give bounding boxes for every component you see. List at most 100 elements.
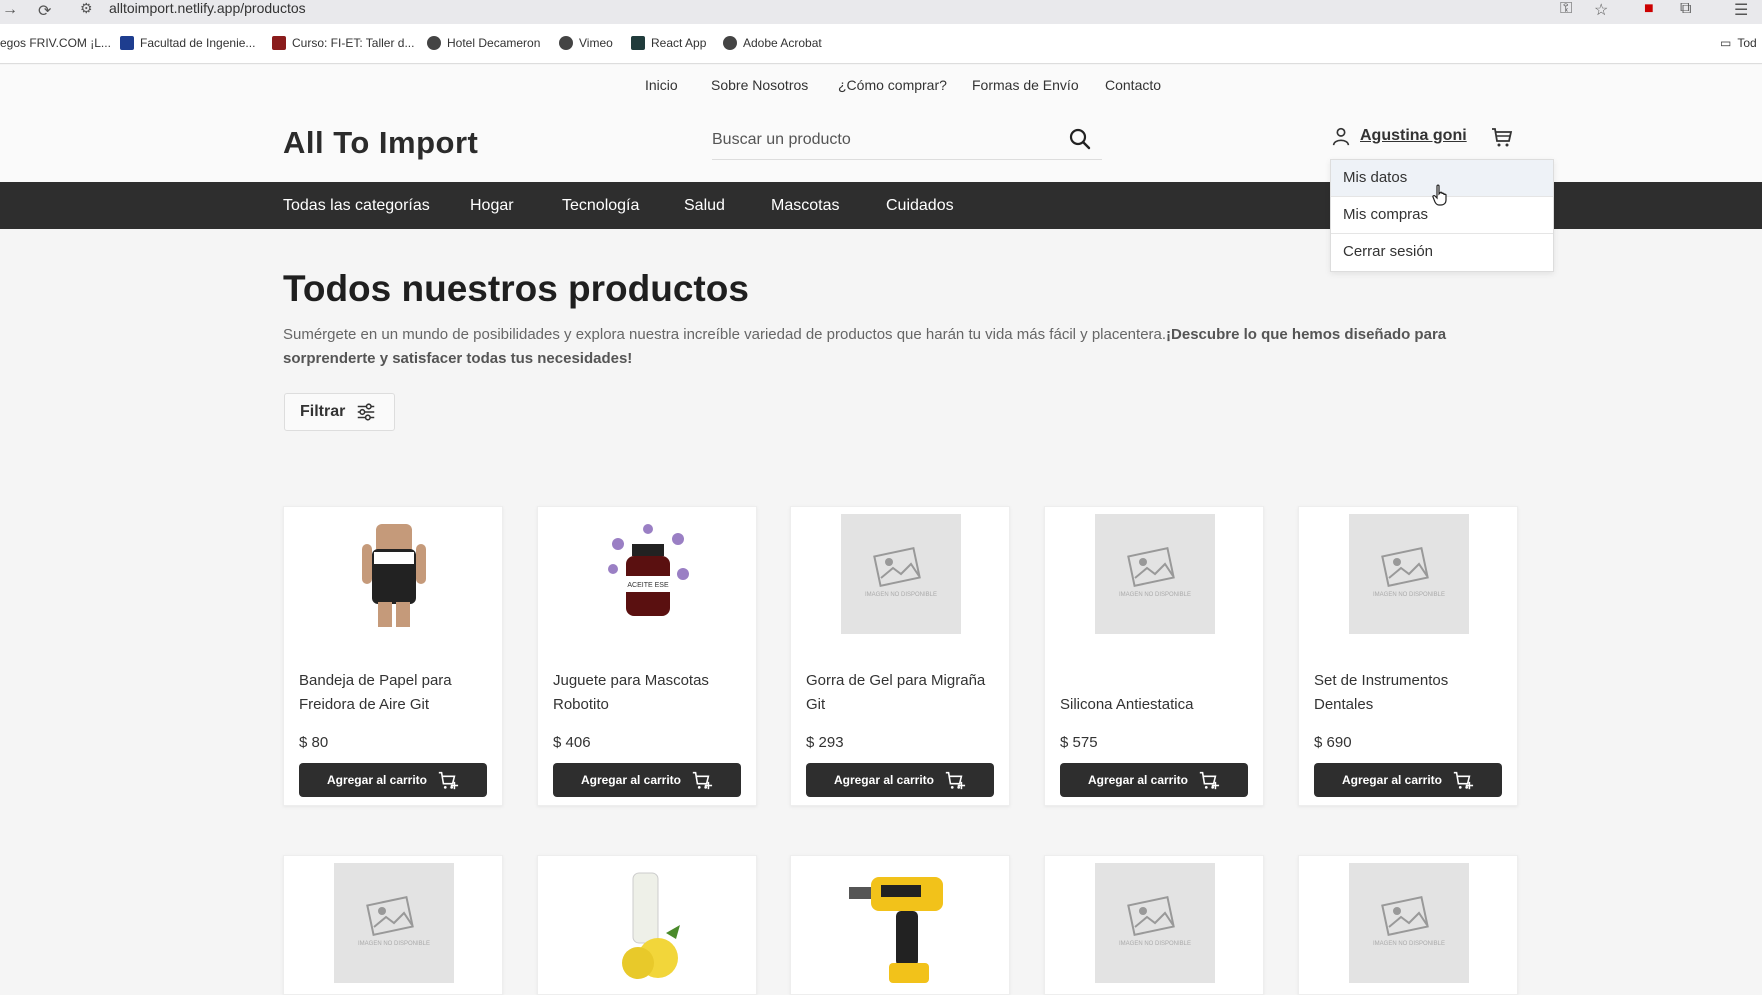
svg-text:ACEITE ESE: ACEITE ESE [627,582,669,589]
cap-icon [272,36,286,50]
add-cart-icon [692,771,713,790]
bookmarks-bar: egos FRIV.COM ¡L... Facultad de Ingenie.… [0,24,1762,64]
nav-inicio[interactable]: Inicio [645,77,678,93]
react-icon [631,36,645,50]
page-title: Todos nuestros productos [283,268,749,309]
product-image[interactable]: ACEITE ESE [588,514,708,634]
add-cart-icon [945,771,966,790]
no-image-placeholder: IMAGEN NO DISPONIBLE [1095,514,1215,634]
product-card[interactable]: Bandeja de Papel para Freidora de Aire G… [283,506,503,806]
category-todas[interactable]: Todas las categorías [283,197,430,215]
product-price: $ 690 [1314,734,1352,751]
sliders-icon [358,403,375,421]
bookmark[interactable]: Curso: FI-ET: Taller d... [272,36,414,50]
forward-icon[interactable]: → [2,1,18,19]
search-box [712,120,1102,160]
product-price: $ 293 [806,734,844,751]
add-cart-icon [1199,771,1220,790]
product-name[interactable]: Juguete para Mascotas Robotito [553,669,748,717]
bookmark[interactable]: Adobe Acrobat [723,36,822,50]
url-text[interactable]: alltoimport.netlify.app/productos [109,0,306,16]
product-name[interactable]: Bandeja de Papel para Freidora de Aire G… [299,669,494,717]
product-card[interactable] [790,855,1010,995]
globe-icon [559,36,573,50]
product-price: $ 575 [1060,734,1098,751]
product-price: $ 406 [553,734,591,751]
product-card[interactable]: IMAGEN NO DISPONIBLE [283,855,503,995]
bookmark[interactable]: egos FRIV.COM ¡L... [0,36,111,50]
nav-como-comprar[interactable]: ¿Cómo comprar? [838,77,947,93]
product-name[interactable]: Set de Instrumentos Dentales [1314,669,1509,717]
user-icon [1332,127,1350,146]
globe-icon [427,36,441,50]
svg-text:IMAGEN NO DISPONIBLE: IMAGEN NO DISPONIBLE [358,941,430,947]
svg-text:IMAGEN NO DISPONIBLE: IMAGEN NO DISPONIBLE [1119,941,1191,947]
page: Inicio Sobre Nosotros ¿Cómo comprar? For… [0,65,1762,995]
svg-text:IMAGEN NO DISPONIBLE: IMAGEN NO DISPONIBLE [865,592,937,598]
category-tecnologia[interactable]: Tecnología [562,197,639,215]
add-to-cart-button[interactable]: Agregar al carrito [553,763,741,797]
product-image[interactable] [841,863,961,983]
site-logo[interactable]: All To Import [283,125,478,161]
cart-icon[interactable] [1490,125,1514,149]
category-salud[interactable]: Salud [684,197,725,215]
no-image-placeholder: IMAGEN NO DISPONIBLE [1095,863,1215,983]
menu-item-cerrar-sesion[interactable]: Cerrar sesión [1331,234,1553,271]
no-image-placeholder: IMAGEN NO DISPONIBLE [1349,863,1469,983]
bookmark[interactable]: React App [631,36,706,50]
product-price: $ 80 [299,734,329,751]
product-image[interactable] [588,863,708,983]
product-name[interactable]: Silicona Antiestatica [1060,693,1255,717]
key-icon[interactable]: ⚿ [1560,0,1572,18]
svg-text:IMAGEN NO DISPONIBLE: IMAGEN NO DISPONIBLE [1373,592,1445,598]
globe-icon [723,36,737,50]
user-menu-trigger[interactable]: Agustina goni [1330,125,1467,147]
category-hogar[interactable]: Hogar [470,197,514,215]
menu-icon[interactable]: ☰ [1734,0,1748,20]
hand-cursor-icon [1432,184,1447,206]
site-settings-icon[interactable]: ⚙ [80,0,93,17]
product-card[interactable]: IMAGEN NO DISPONIBLE [1044,855,1264,995]
search-icon[interactable] [1068,127,1092,151]
nav-contacto[interactable]: Contacto [1105,77,1161,93]
nav-sobre-nosotros[interactable]: Sobre Nosotros [711,77,808,93]
bookmark[interactable]: Hotel Decameron [427,36,540,50]
no-image-placeholder: IMAGEN NO DISPONIBLE [334,863,454,983]
product-card[interactable]: IMAGEN NO DISPONIBLE [1298,855,1518,995]
product-card[interactable] [537,855,757,995]
folder-icon: ▭ [1720,36,1732,50]
bookmark-folder[interactable]: ▭ Tod [1720,36,1757,50]
reload-icon[interactable]: ⟳ [38,1,51,21]
user-dropdown-menu: Mis datos Mis compras Cerrar sesión [1330,159,1554,272]
product-name[interactable]: Gorra de Gel para Migraña Git [806,669,1001,717]
no-image-placeholder: IMAGEN NO DISPONIBLE [841,514,961,634]
add-to-cart-button[interactable]: Agregar al carrito [1060,763,1248,797]
user-name[interactable]: Agustina goni [1360,127,1467,145]
product-card[interactable]: IMAGEN NO DISPONIBLE Set de Instrumentos … [1298,506,1518,806]
extension-icon[interactable]: ■ [1644,0,1654,18]
extensions-icon[interactable]: ⧉ [1680,0,1691,18]
add-to-cart-button[interactable]: Agregar al carrito [299,763,487,797]
category-cuidados[interactable]: Cuidados [886,197,954,215]
product-card[interactable]: IMAGEN NO DISPONIBLE Silicona Antiestatic… [1044,506,1264,806]
nav-formas-envio[interactable]: Formas de Envío [972,77,1079,93]
product-card[interactable]: IMAGEN NO DISPONIBLE Gorra de Gel para Mi… [790,506,1010,806]
page-description: Sumérgete en un mundo de posibilidades y… [283,326,1447,367]
add-to-cart-button[interactable]: Agregar al carrito [1314,763,1502,797]
bookmark[interactable]: Vimeo [559,36,613,50]
no-image-placeholder: IMAGEN NO DISPONIBLE [1349,514,1469,634]
star-icon[interactable]: ☆ [1594,0,1608,20]
filter-button[interactable]: Filtrar [284,393,395,431]
product-card[interactable]: ACEITE ESE Juguete para Mascotas Robotito… [537,506,757,806]
add-cart-icon [438,771,459,790]
product-image[interactable] [334,514,454,634]
shield-icon [120,36,134,50]
add-to-cart-button[interactable]: Agregar al carrito [806,763,994,797]
add-cart-icon [1453,771,1474,790]
bookmark[interactable]: Facultad de Ingenie... [120,36,255,50]
browser-url-bar: → ⟳ ⚙ alltoimport.netlify.app/productos … [0,0,1762,24]
top-nav: Inicio Sobre Nosotros ¿Cómo comprar? For… [0,65,1762,105]
category-mascotas[interactable]: Mascotas [771,197,839,215]
svg-text:IMAGEN NO DISPONIBLE: IMAGEN NO DISPONIBLE [1373,941,1445,947]
search-input[interactable] [712,126,1052,154]
